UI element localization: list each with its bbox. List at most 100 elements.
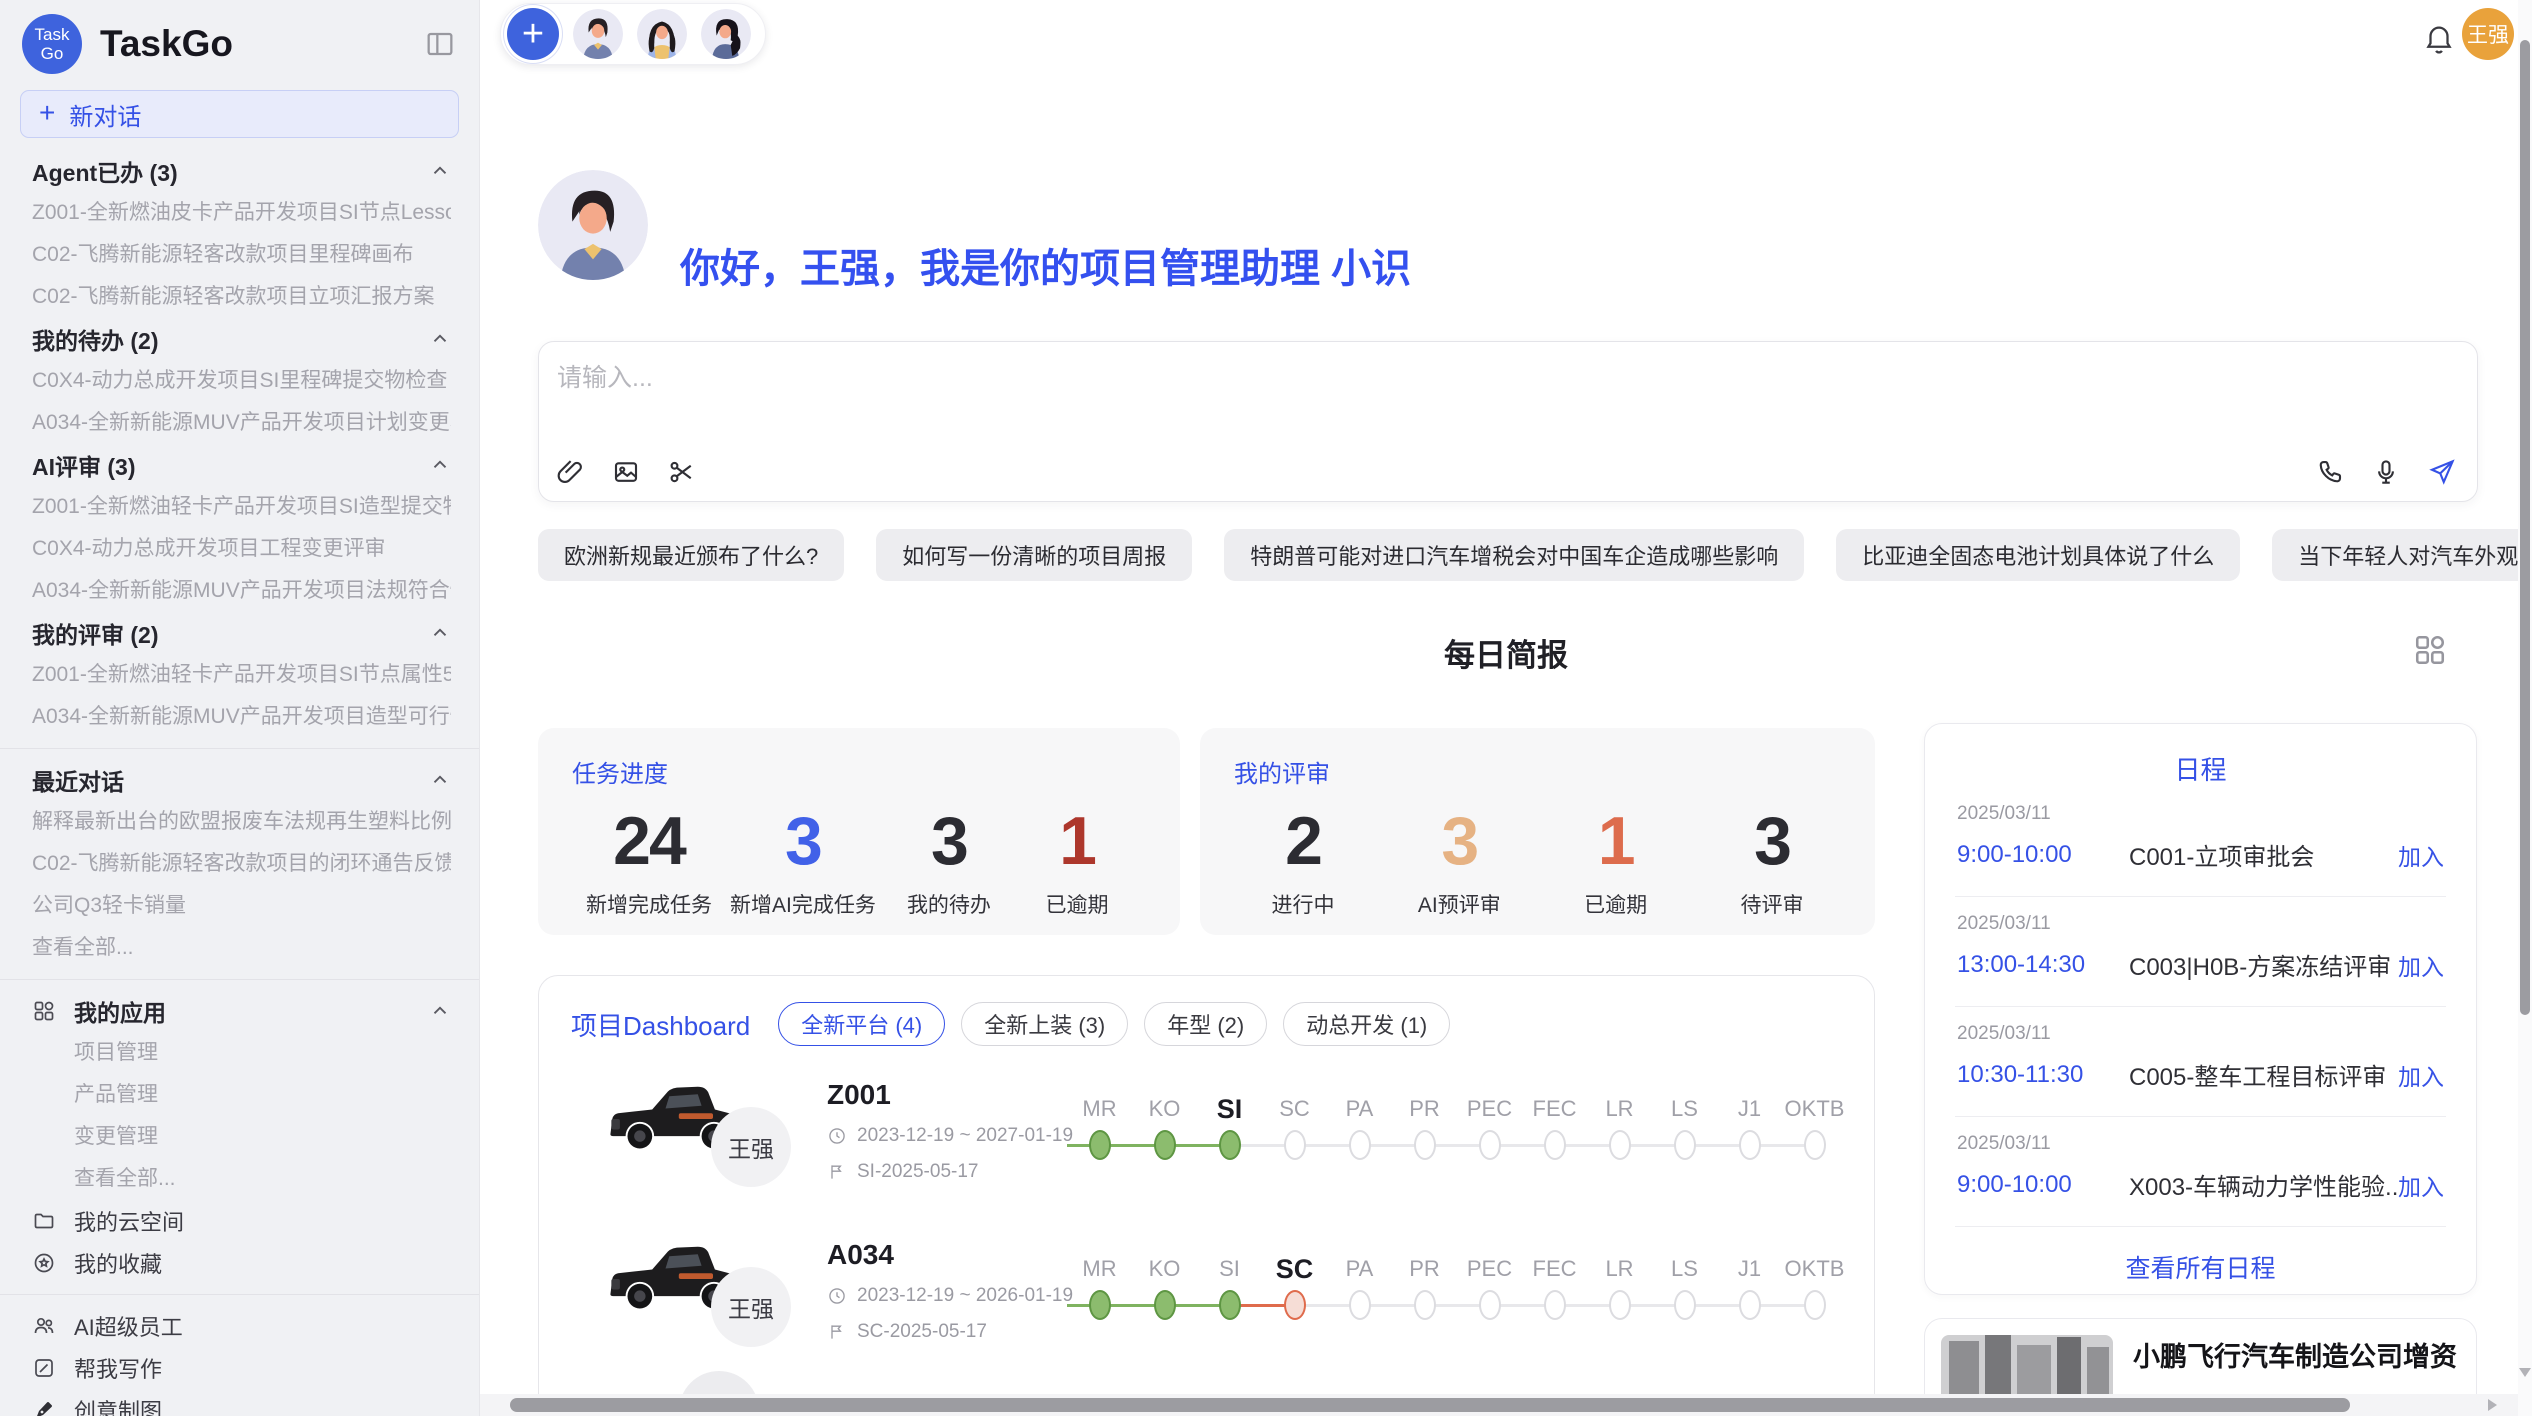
sidebar-item[interactable]: Z001-全新燃油轻卡产品开发项目SI节点属性5D文件评审 — [32, 654, 451, 696]
user-avatar[interactable]: 王强 — [2462, 8, 2514, 60]
milestone-label: LR — [1587, 1253, 1652, 1285]
sidebar-section-header[interactable]: 我的评审 (2) — [32, 612, 451, 654]
schedule-card: 日程 2025/03/119:00-10:00C001-立项审批会加入2025/… — [1924, 723, 2477, 1295]
suggestion-chip[interactable]: 比亚迪全固态电池计划具体说了什么 — [1836, 529, 2240, 581]
add-agent-button[interactable]: + — [507, 8, 559, 60]
message-composer — [538, 341, 2478, 502]
sidebar-item-cloud-space[interactable]: 我的云空间 — [32, 1200, 451, 1242]
sidebar-item[interactable]: Z001-全新燃油轻卡产品开发项目SI造型提交物评审 — [32, 486, 451, 528]
pen-nib-icon — [32, 1398, 56, 1416]
folder-icon — [32, 1209, 56, 1233]
sidebar-section-header[interactable]: AI评审 (3) — [32, 444, 451, 486]
vertical-scrollbar[interactable] — [2518, 0, 2532, 1416]
briefing-layout-icon[interactable] — [2412, 632, 2448, 668]
vertical-scrollbar-thumb[interactable] — [2520, 40, 2530, 1015]
suggestion-chip[interactable]: 欧洲新规最近颁布了什么? — [538, 529, 844, 581]
notifications-bell-icon[interactable] — [2422, 22, 2456, 56]
milestone-label: OKTB — [1782, 1093, 1847, 1125]
apps-grid-icon — [32, 999, 56, 1023]
sidebar-app-item[interactable]: 产品管理 — [74, 1074, 451, 1116]
sidebar-item[interactable]: 查看全部... — [32, 927, 451, 969]
event-date: 2025/03/11 — [1957, 1133, 2444, 1155]
milestone-node — [1219, 1130, 1241, 1160]
milestone-node — [1479, 1290, 1501, 1320]
chevron-up-icon — [429, 1000, 451, 1022]
stat-value: 3 — [1717, 803, 1827, 879]
scroll-right-arrow[interactable] — [2488, 1399, 2497, 1411]
sidebar-item[interactable]: Z001-全新燃油皮卡产品开发项目SI节点Lesson Learn报告 — [32, 192, 451, 234]
join-button[interactable]: 加入 — [2398, 1058, 2444, 1092]
sidebar-item[interactable]: 公司Q3轻卡销量 — [32, 885, 451, 927]
greeting-text: 你好，王强，我是你的项目管理助理 小识 — [680, 236, 1411, 294]
horizontal-scrollbar[interactable] — [480, 1394, 2532, 1416]
send-icon[interactable] — [2427, 457, 2457, 487]
sidebar-section-header[interactable]: 最近对话 — [32, 759, 451, 801]
sidebar-item-write-for-me[interactable]: 帮我写作 — [32, 1347, 451, 1389]
event-name: C001-立项审批会 — [2129, 837, 2398, 872]
sidebar-item[interactable]: C02-飞腾新能源轻客改款项目的闭环通告反馈情况 — [32, 843, 451, 885]
milestone: KO — [1132, 1093, 1197, 1169]
milestone-label: PA — [1327, 1253, 1392, 1285]
stat: 1已逾期 — [1022, 803, 1132, 919]
scissors-icon[interactable] — [667, 457, 697, 487]
suggestion-chip[interactable]: 特朗普可能对进口汽车增税会对中国车企造成哪些影响 — [1224, 529, 1804, 581]
milestone-label: SC — [1262, 1253, 1327, 1285]
milestone-label: PEC — [1457, 1093, 1522, 1125]
sidebar-item[interactable]: 解释最新出台的欧盟报废车法规再生塑料比例被调至15%... — [32, 801, 451, 843]
milestone-node — [1089, 1290, 1111, 1320]
milestone-node — [1609, 1290, 1631, 1320]
join-button[interactable]: 加入 — [2398, 838, 2444, 872]
attach-icon[interactable] — [555, 457, 585, 487]
phone-call-icon[interactable] — [2315, 457, 2345, 487]
sidebar-section-header[interactable]: Agent已办 (3) — [32, 150, 451, 192]
milestone-track: MRKOSISCPAPRPECFECLRLSJ1OKTB — [1067, 1253, 1847, 1329]
join-button[interactable]: 加入 — [2398, 948, 2444, 982]
suggestion-chip[interactable]: 当下年轻人对汽车外观有怎样的喜好趋势 — [2272, 529, 2532, 581]
sidebar-app-item[interactable]: 变更管理 — [74, 1116, 451, 1158]
sidebar-app-item[interactable]: 查看全部... — [74, 1158, 451, 1200]
filter-pill[interactable]: 全新上装 (3) — [961, 1002, 1128, 1046]
project-code: Z001 — [827, 1079, 891, 1111]
message-input[interactable] — [555, 356, 2461, 448]
sidebar-item[interactable]: A034-全新新能源MUV产品开发项目法规符合性评审 — [32, 570, 451, 612]
sidebar-item[interactable]: C0X4-动力总成开发项目工程变更评审 — [32, 528, 451, 570]
agent-avatar-3[interactable] — [701, 9, 751, 59]
schedule-event: 2025/03/1110:30-11:30C005-整车工程目标评审加入 — [1955, 1007, 2446, 1117]
stat: 1已逾期 — [1561, 803, 1671, 919]
stat: 24新增完成任务 — [586, 803, 712, 919]
image-icon[interactable] — [611, 457, 641, 487]
project-row[interactable]: 王强A0342023-12-19 ~ 2026-01-19SC-2025-05-… — [571, 1221, 1851, 1381]
agent-avatar-2[interactable] — [637, 9, 687, 59]
sidebar-item-my-apps[interactable]: 我的应用 — [32, 990, 451, 1032]
filter-pill[interactable]: 年型 (2) — [1144, 1002, 1267, 1046]
milestone: SI — [1197, 1093, 1262, 1169]
milestone-label: SI — [1197, 1093, 1262, 1125]
sidebar-item[interactable]: C02-飞腾新能源轻客改款项目里程碑画布 — [32, 234, 451, 276]
milestone-label: LS — [1652, 1253, 1717, 1285]
milestone: SI — [1197, 1253, 1262, 1329]
sidebar-app-item[interactable]: 项目管理 — [74, 1032, 451, 1074]
filter-pill[interactable]: 全新平台 (4) — [778, 1002, 945, 1046]
sidebar-item[interactable]: A034-全新新能源MUV产品开发项目造型可行性评审 — [32, 696, 451, 738]
stat-value: 24 — [586, 803, 712, 879]
suggestion-chip[interactable]: 如何写一份清晰的项目周报 — [876, 529, 1192, 581]
sidebar-item[interactable]: C0X4-动力总成开发项目SI里程碑提交物检查 — [32, 360, 451, 402]
stat-label: 待评审 — [1717, 889, 1827, 919]
sidebar-section-header[interactable]: 我的待办 (2) — [32, 318, 451, 360]
sidebar-item-creative-drawing[interactable]: 创意制图 — [32, 1389, 451, 1416]
microphone-icon[interactable] — [2371, 457, 2401, 487]
agent-avatar-1[interactable] — [573, 9, 623, 59]
horizontal-scrollbar-thumb[interactable] — [510, 1398, 2350, 1412]
project-row[interactable]: 王强Z0012023-12-19 ~ 2027-01-19SI-2025-05-… — [571, 1061, 1851, 1221]
taskgo-logo: Task Go — [22, 14, 82, 74]
join-button[interactable]: 加入 — [2398, 1168, 2444, 1202]
filter-pill[interactable]: 动总开发 (1) — [1283, 1002, 1450, 1046]
sidebar-item-ai-staff[interactable]: AI超级员工 — [32, 1305, 451, 1347]
sidebar-item[interactable]: A034-全新新能源MUV产品开发项目计划变更表编写 — [32, 402, 451, 444]
scroll-down-arrow[interactable] — [2519, 1368, 2531, 1377]
new-chat-button[interactable]: + 新对话 — [20, 90, 459, 138]
view-all-schedule-link[interactable]: 查看所有日程 — [1955, 1249, 2446, 1285]
collapse-sidebar-icon[interactable] — [421, 25, 459, 63]
sidebar-item[interactable]: C02-飞腾新能源轻客改款项目立项汇报方案 — [32, 276, 451, 318]
sidebar-item-favorites[interactable]: 我的收藏 — [32, 1242, 451, 1284]
